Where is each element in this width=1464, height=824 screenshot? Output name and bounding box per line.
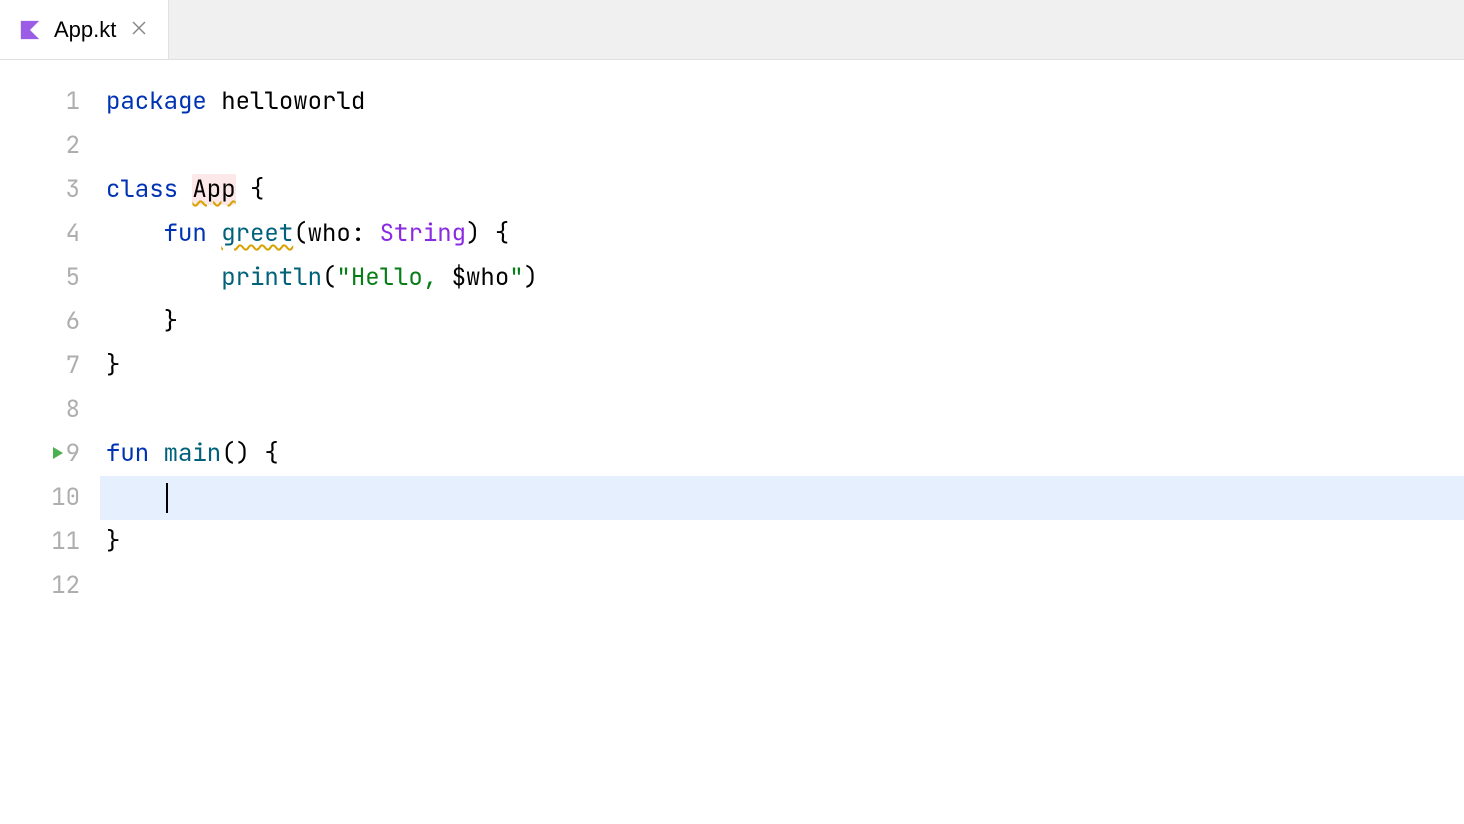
run-icon[interactable] — [50, 432, 66, 476]
line-number: 11 — [0, 520, 100, 564]
line-number: 8 — [0, 388, 100, 432]
code-area[interactable]: package helloworld class App { fun greet(… — [100, 80, 1464, 608]
code-line[interactable] — [100, 564, 1464, 608]
code-line[interactable]: package helloworld — [100, 80, 1464, 124]
line-number: 2 — [0, 124, 100, 168]
tab-filename: App.kt — [54, 17, 116, 43]
tab-bar: App.kt — [0, 0, 1464, 60]
code-line[interactable]: class App { — [100, 168, 1464, 212]
code-line[interactable] — [100, 124, 1464, 168]
line-number-gutter: 123456789101112 — [0, 80, 100, 608]
line-number: 9 — [0, 432, 100, 476]
line-number: 4 — [0, 212, 100, 256]
line-number: 12 — [0, 564, 100, 608]
close-icon[interactable] — [128, 15, 150, 44]
code-line[interactable]: } — [100, 520, 1464, 564]
code-line[interactable]: fun greet(who: String) { — [100, 212, 1464, 256]
code-line[interactable] — [100, 388, 1464, 432]
line-number: 7 — [0, 344, 100, 388]
line-number: 10 — [0, 476, 100, 520]
code-line[interactable]: println("Hello, $who") — [100, 256, 1464, 300]
code-line[interactable] — [100, 476, 1464, 520]
code-editor[interactable]: 123456789101112 package helloworldclass … — [0, 60, 1464, 608]
file-tab[interactable]: App.kt — [0, 0, 169, 59]
line-number: 6 — [0, 300, 100, 344]
code-line[interactable]: } — [100, 344, 1464, 388]
kotlin-file-icon — [18, 18, 42, 42]
code-line[interactable]: fun main() { — [100, 432, 1464, 476]
text-cursor — [166, 483, 168, 513]
line-number: 1 — [0, 80, 100, 124]
line-number: 5 — [0, 256, 100, 300]
code-line[interactable]: } — [100, 300, 1464, 344]
line-number: 3 — [0, 168, 100, 212]
